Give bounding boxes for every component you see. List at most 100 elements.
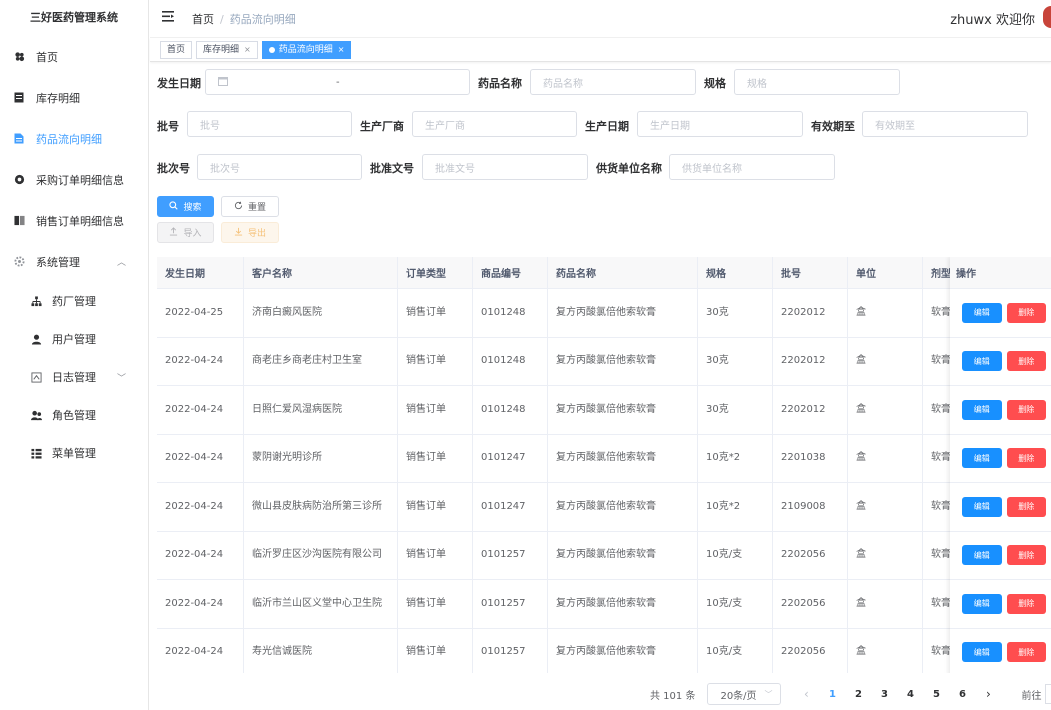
lot-input[interactable]: 批次号 [197,154,362,180]
tag-label: 首页 [167,44,186,55]
table-cell: 盒 [848,531,923,579]
sidebar-item-purchase-orders[interactable]: 采购订单明细信息 [0,159,148,200]
table-cell: 商老庄乡商老庄村卫生室 [244,337,398,385]
approval-input[interactable]: 批准文号 [422,154,588,180]
edit-button[interactable]: 编辑 [962,642,1002,663]
delete-button[interactable]: 删除 [1006,545,1046,566]
delete-button[interactable]: 删除 [1006,642,1046,663]
table-cell: 济南白癜风医院 [244,289,398,337]
edit-button[interactable]: 编辑 [962,593,1002,614]
expiry-input[interactable]: 有效期至 [862,111,1028,137]
sidebar-item-logs[interactable]: 日志管理 ﹀ [0,358,148,396]
page-numbers: 123456 [819,689,975,700]
refresh-icon [234,201,243,213]
ops-cell: 编辑 删除 [950,629,1051,674]
export-button[interactable]: 导出 [221,222,279,243]
table-body: 2022-04-25 济南白癜风医院 销售订单 0101248 复方丙酸氯倍他索软膏 30… [157,289,1051,673]
table-row: 2022-04-25 济南白癜风医院 销售订单 0101248 复方丙酸氯倍他索软膏 30… [157,289,1051,338]
page-number[interactable]: 5 [923,689,949,700]
table-cell: 销售订单 [398,434,473,482]
sidebar-item-roles[interactable]: 角色管理 [0,396,148,434]
edit-button[interactable]: 编辑 [962,448,1002,469]
tag-home[interactable]: 首页 [160,40,193,59]
column-header: 批号 [773,257,848,288]
next-page-icon[interactable]: › [975,687,1001,701]
close-icon[interactable]: × [338,42,345,58]
edit-button[interactable]: 编辑 [962,351,1002,372]
table-cell: 寿光信诚医院 [244,628,398,673]
table-cell: 30克 [698,289,773,337]
table-cell: 销售订单 [398,531,473,579]
prod-date-input[interactable]: 生产日期 [637,111,803,137]
edit-button[interactable]: 编辑 [962,545,1002,566]
ops-cell: 编辑 删除 [950,532,1051,580]
delete-button[interactable]: 删除 [1006,448,1046,469]
goto-input[interactable] [1045,684,1051,704]
spec-input[interactable]: 规格 [734,69,900,95]
supplier-placeholder: 供货单位名称 [682,163,742,175]
batch-input[interactable]: 批号 [187,111,352,137]
drug-name-input[interactable]: 药品名称 [530,69,696,95]
page-number[interactable]: 6 [949,689,975,700]
table-cell: 2022-04-24 [157,580,244,628]
sidebar-item-label: 销售订单明细信息 [36,214,124,228]
column-header: 商品编号 [473,257,548,288]
expiry-placeholder: 有效期至 [875,120,915,132]
table-cell: 0101257 [473,531,548,579]
occur-date-range-input[interactable]: - [205,69,470,95]
edit-button[interactable]: 编辑 [962,302,1002,323]
breadcrumb-home[interactable]: 首页 [192,13,214,26]
import-button[interactable]: 导入 [157,222,214,243]
drug-name-label: 药品名称 [478,77,522,90]
reset-button[interactable]: 重置 [221,196,279,217]
tag-drug-flow[interactable]: 药品流向明细 × [261,40,352,59]
hamburger-icon[interactable] [162,11,176,26]
tags-view: 首页 库存明细 × 药品流向明细 × [150,38,1051,62]
menu-list-icon [30,447,42,459]
sidebar-item-sales-orders[interactable]: 销售订单明细信息 [0,200,148,241]
table-cell: 临沂市兰山区义堂中心卫生院 [244,580,398,628]
supplier-input[interactable]: 供货单位名称 [669,154,835,180]
sidebar-item-menus[interactable]: 菜单管理 [0,434,148,472]
prev-page-icon[interactable]: ‹ [793,687,819,701]
close-icon[interactable]: × [244,42,251,58]
page-number[interactable]: 1 [819,689,845,700]
delete-button[interactable]: 删除 [1006,593,1046,614]
ops-cell: 编辑 删除 [950,483,1051,532]
sidebar-item-home[interactable]: 首页 [0,36,148,77]
table-cell: 2022-04-24 [157,337,244,385]
spec-placeholder: 规格 [747,78,767,90]
tag-inventory[interactable]: 库存明细 × [196,40,258,59]
delete-button[interactable]: 删除 [1006,351,1046,372]
page-number[interactable]: 2 [845,689,871,700]
sidebar-item-inventory[interactable]: 库存明细 [0,77,148,118]
page-number[interactable]: 4 [897,689,923,700]
table-cell: 2201038 [773,434,848,482]
sales-icon [13,215,25,227]
ops-cell: 编辑 删除 [950,338,1051,386]
org-tree-icon [30,295,42,307]
calendar-icon [218,76,228,89]
table-cell: 盒 [848,337,923,385]
edit-button[interactable]: 编辑 [962,496,1002,517]
ops-header: 操作 [950,257,1051,289]
delete-button[interactable]: 删除 [1006,496,1046,517]
sidebar-item-drug-flow[interactable]: 药品流向明细 [0,118,148,159]
delete-button[interactable]: 删除 [1006,399,1046,420]
manufacturer-input[interactable]: 生产厂商 [412,111,577,137]
sidebar-item-label: 首页 [36,50,58,64]
edit-button[interactable]: 编辑 [962,399,1002,420]
avatar[interactable] [1043,6,1051,28]
top-navbar: 首页 / 药品流向明细 zhuwx 欢迎你 [150,0,1051,38]
sidebar-item-factory[interactable]: 药厂管理 [0,282,148,320]
table-cell: 销售订单 [398,483,473,531]
delete-button[interactable]: 删除 [1006,302,1046,323]
page-size-select[interactable]: 20条/页 ﹀ [707,683,782,705]
role-icon [30,409,42,421]
table-cell: 复方丙酸氯倍他索软膏 [548,628,698,673]
page-number[interactable]: 3 [871,689,897,700]
sidebar-item-system-management[interactable]: 系统管理 ︿ [0,241,148,282]
table-cell: 2202056 [773,531,848,579]
search-button[interactable]: 搜索 [157,196,214,217]
sidebar-item-users[interactable]: 用户管理 [0,320,148,358]
